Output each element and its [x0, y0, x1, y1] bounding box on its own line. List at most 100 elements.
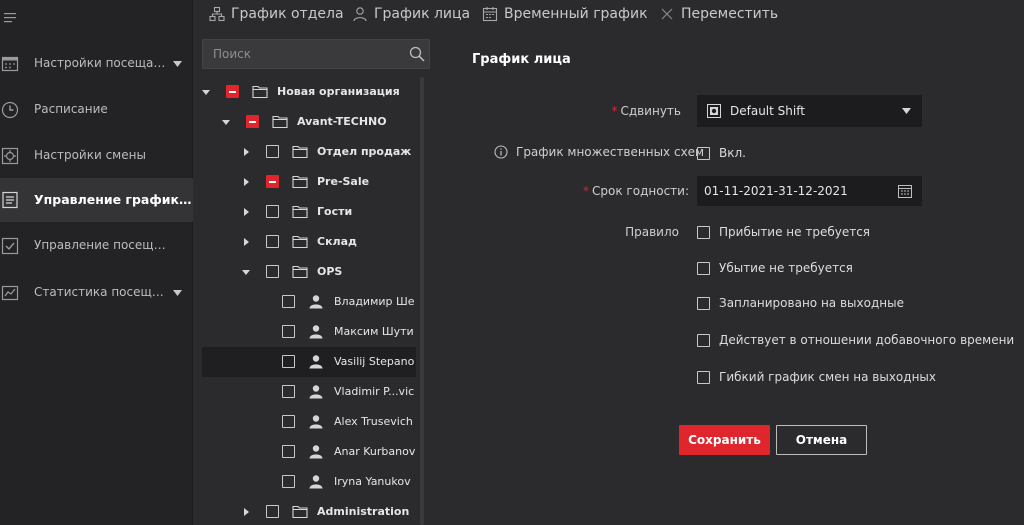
checkbox[interactable]: [266, 265, 279, 278]
checkbox[interactable]: [266, 205, 279, 218]
checkbox[interactable]: [226, 85, 239, 98]
chevron-right-icon[interactable]: [242, 508, 250, 516]
tree-folder-row[interactable]: OPS: [202, 257, 416, 287]
checkbox[interactable]: [266, 235, 279, 248]
organization-tree: Новая организация Avant-TECHNO Отдел прода…: [202, 76, 416, 525]
tree-node-label: Максим Шути: [334, 325, 414, 338]
department-schedule-button[interactable]: График отдела: [209, 0, 344, 27]
folder-icon: [272, 114, 288, 129]
sidebar-item-label: Настройки смены: [34, 148, 146, 162]
tree-person-row[interactable]: Максим Шути: [202, 317, 416, 347]
tree-person-row[interactable]: Anar Kurbanov: [202, 437, 416, 467]
statistics-icon: [1, 284, 19, 302]
tree-node-label: Pre-Sale: [317, 175, 370, 188]
checkbox[interactable]: [282, 475, 295, 488]
checkbox[interactable]: [697, 146, 710, 160]
checkbox[interactable]: [246, 115, 259, 128]
search-input[interactable]: [203, 40, 403, 68]
move-button[interactable]: Переместить: [659, 0, 778, 27]
checkbox[interactable]: [697, 261, 710, 275]
multi-schedule-checkbox-label: Вкл.: [719, 146, 746, 160]
tree-person-row[interactable]: Vasilij Stepano: [202, 347, 416, 377]
calendar-icon: [482, 6, 498, 22]
validity-date-field[interactable]: [697, 176, 922, 206]
multi-schedule-checkbox[interactable]: Вкл.: [697, 144, 746, 162]
rule-label: Правило: [625, 225, 679, 239]
search-icon[interactable]: [409, 46, 425, 62]
tree-folder-row[interactable]: Гости: [202, 197, 416, 227]
cancel-button[interactable]: Отмена: [776, 425, 867, 455]
rule-overtime[interactable]: Действует в отношении добавочного времен…: [697, 331, 1014, 349]
tree-person-row[interactable]: Alex Trusevich: [202, 407, 416, 437]
tree-node-label: Vasilij Stepano: [334, 355, 415, 368]
checkbox[interactable]: [697, 333, 710, 347]
tree-folder-row[interactable]: Новая организация: [202, 77, 416, 107]
tree-node-label: Anar Kurbanov: [334, 445, 416, 458]
shift-settings-icon: [1, 147, 19, 165]
shift-label: * Сдвинуть: [611, 104, 681, 118]
rule-label-text: Гибкий график смен на выходных: [719, 370, 936, 384]
chevron-down-icon[interactable]: [242, 268, 250, 276]
tree-person-row[interactable]: Владимир Ше: [202, 287, 416, 317]
org-chart-icon: [209, 6, 225, 22]
sidebar-item-schedule-management[interactable]: Управление графиком с...: [0, 178, 193, 222]
rule-flexible-weekends[interactable]: Гибкий график смен на выходных: [697, 368, 936, 386]
checkbox[interactable]: [282, 445, 295, 458]
chevron-right-icon[interactable]: [242, 148, 250, 156]
checkbox[interactable]: [266, 505, 279, 518]
sidebar-item-shift-settings[interactable]: Настройки смены: [0, 134, 193, 178]
rule-no-departure[interactable]: Убытие не требуется: [697, 259, 853, 277]
checkbox[interactable]: [282, 355, 295, 368]
chevron-right-icon[interactable]: [242, 208, 250, 216]
person-schedule-button[interactable]: График лица: [352, 0, 470, 27]
person-schedule-label: График лица: [374, 5, 471, 22]
checkbox[interactable]: [266, 175, 279, 188]
checkbox[interactable]: [697, 225, 710, 239]
page-title: График лица: [472, 52, 571, 67]
checkbox[interactable]: [697, 296, 710, 310]
tree-node-label: Гости: [317, 205, 353, 218]
rule-no-arrival[interactable]: Прибытие не требуется: [697, 223, 870, 241]
attendance-settings-icon: [1, 55, 19, 73]
tree-person-row[interactable]: Iryna Yanukov: [202, 467, 416, 497]
checkbox[interactable]: [282, 295, 295, 308]
sidebar-item-attendance-settings[interactable]: Настройки посещае...: [0, 42, 193, 86]
rule-scheduled-weekends[interactable]: Запланировано на выходные: [697, 294, 904, 312]
tree-folder-row[interactable]: Pre-Sale: [202, 167, 416, 197]
validity-input[interactable]: [697, 176, 892, 206]
sidebar-item-attendance-statistics[interactable]: Статистика посещен...: [0, 271, 193, 315]
chevron-down-icon[interactable]: [222, 118, 230, 126]
tree-scrollbar[interactable]: [420, 77, 424, 525]
tree-node-label: Vladimir P...vic: [334, 385, 415, 398]
sidebar-item-attendance-management[interactable]: Управление посещаемос...: [0, 224, 193, 268]
chevron-right-icon[interactable]: [242, 238, 250, 246]
calendar-icon[interactable]: [898, 184, 912, 198]
folder-icon: [252, 84, 268, 99]
sidebar: Настройки посещае... Расписание Настройк…: [0, 0, 193, 525]
info-icon[interactable]: [494, 145, 508, 159]
checkbox[interactable]: [697, 370, 710, 384]
tree-folder-row[interactable]: Administration: [202, 497, 416, 525]
tree-folder-row[interactable]: Отдел продаж: [202, 137, 416, 167]
tree-folder-row[interactable]: Склад: [202, 227, 416, 257]
department-schedule-label: График отдела: [231, 5, 344, 22]
tree-person-row[interactable]: Vladimir P...vic: [202, 377, 416, 407]
chevron-right-icon[interactable]: [242, 178, 250, 186]
tree-node-label: Склад: [317, 235, 357, 248]
menu-icon[interactable]: [3, 11, 19, 25]
temporary-schedule-button[interactable]: Временный график: [482, 0, 648, 27]
chevron-down-icon[interactable]: [202, 88, 210, 96]
person-icon: [308, 474, 324, 489]
sidebar-item-timetable[interactable]: Расписание: [0, 88, 193, 132]
save-button[interactable]: Сохранить: [679, 425, 770, 455]
tree-folder-row[interactable]: Avant-TECHNO: [202, 107, 416, 137]
schedule-management-icon: [1, 191, 19, 209]
checkbox[interactable]: [282, 385, 295, 398]
checkbox[interactable]: [266, 145, 279, 158]
shift-dropdown[interactable]: Default Shift: [697, 95, 922, 127]
checkbox[interactable]: [282, 325, 295, 338]
organization-tree-panel: Новая организация Avant-TECHNO Отдел прода…: [193, 27, 438, 525]
checkbox[interactable]: [282, 415, 295, 428]
multi-schedule-label: График множественных схем: [516, 145, 705, 159]
tree-node-label: OPS: [317, 265, 343, 278]
